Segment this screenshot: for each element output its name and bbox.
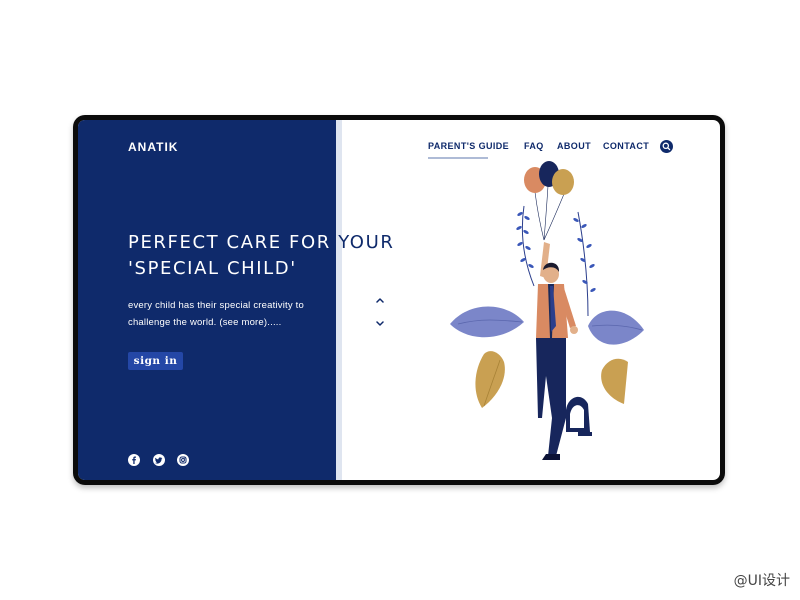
gold-leaf-left bbox=[475, 351, 505, 408]
nav-about[interactable]: ABOUT bbox=[557, 141, 591, 151]
headline-line-2: 'SPECIAL CHILD' bbox=[128, 258, 297, 279]
description-line-1: every child has their special creativity… bbox=[128, 300, 304, 311]
watermark: @UI设计 bbox=[733, 573, 790, 589]
landing-page-screen: ANATIK PARENT'S GUIDE FAQ ABOUT CONTACT … bbox=[78, 120, 720, 480]
description-line-2[interactable]: challenge the world. (see more)..... bbox=[128, 315, 338, 332]
right-vine bbox=[573, 211, 596, 317]
sign-in-button[interactable]: sign in bbox=[128, 352, 183, 370]
headline-dark-text: YOUR bbox=[338, 232, 395, 253]
twitter-link[interactable] bbox=[153, 454, 165, 466]
facebook-link[interactable] bbox=[128, 454, 140, 466]
nav-parents-guide[interactable]: PARENT'S GUIDE bbox=[428, 141, 509, 151]
instagram-icon bbox=[179, 456, 187, 464]
search-icon bbox=[662, 142, 671, 151]
hero-description: every child has their special creativity… bbox=[128, 298, 338, 331]
chevron-up-icon[interactable] bbox=[375, 296, 385, 304]
brand-logo[interactable]: ANATIK bbox=[128, 140, 178, 154]
headline-light-text: PERFECT CARE FOR bbox=[128, 232, 339, 253]
chevron-down-icon[interactable] bbox=[375, 320, 385, 328]
gold-leaf-right bbox=[601, 358, 628, 404]
nav-contact[interactable]: CONTACT bbox=[603, 141, 649, 151]
search-button[interactable] bbox=[660, 140, 673, 153]
balloon-gold bbox=[552, 169, 574, 195]
boy-with-balloons-illustration bbox=[450, 161, 644, 460]
instagram-link[interactable] bbox=[177, 454, 189, 466]
left-vine bbox=[516, 205, 535, 287]
facebook-icon bbox=[132, 456, 136, 464]
purple-leaf-right bbox=[588, 310, 644, 345]
backpack bbox=[566, 396, 592, 436]
hero-headline: PERFECT CARE FOR YOUR 'SPECIAL CHILD' bbox=[128, 230, 428, 282]
headline-line-1: PERFECT CARE FOR YOUR bbox=[128, 230, 428, 256]
purple-leaf-left bbox=[450, 306, 524, 338]
twitter-icon bbox=[154, 457, 163, 464]
nav-faq[interactable]: FAQ bbox=[524, 141, 544, 151]
